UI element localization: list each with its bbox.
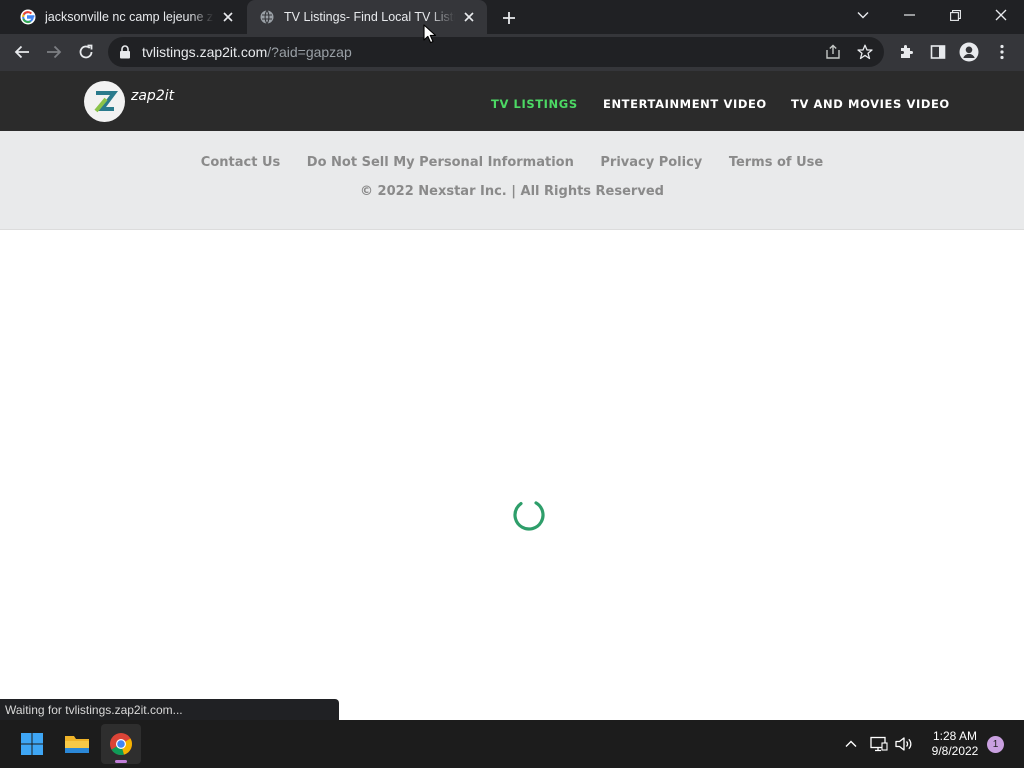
- tab-strip: jacksonville nc camp lejeune zip c TV Li…: [0, 0, 1024, 34]
- windows-logo-icon: [21, 733, 43, 755]
- logo-text[interactable]: zap2it: [131, 88, 174, 104]
- restore-button[interactable]: [932, 0, 978, 30]
- reload-button[interactable]: [72, 38, 100, 66]
- side-panel-icon[interactable]: [927, 41, 949, 63]
- notification-badge[interactable]: 1: [987, 736, 1004, 753]
- url-host: tvlistings.zap2it.com: [142, 44, 268, 60]
- volume-icon[interactable]: [894, 734, 914, 754]
- lock-icon: [120, 45, 130, 59]
- site-header: zap2it TV LISTINGS ENTERTAINMENT VIDEO T…: [0, 71, 1024, 131]
- status-bubble: Waiting for tvlistings.zap2it.com...: [0, 699, 339, 720]
- url-text[interactable]: tvlistings.zap2it.com/?aid=gapzap: [142, 44, 352, 60]
- loading-spinner-icon: [513, 499, 545, 531]
- bookmark-star-icon[interactable]: [855, 42, 875, 62]
- footer-link-contact-us[interactable]: Contact Us: [201, 155, 280, 170]
- zap2it-z-icon: [93, 90, 118, 112]
- clock-time: 1:28 AM: [932, 729, 978, 743]
- footer-link-do-not-sell[interactable]: Do Not Sell My Personal Information: [307, 155, 574, 170]
- windows-taskbar: 1:28 AM 9/8/2022 1: [0, 720, 1024, 768]
- start-button[interactable]: [12, 724, 52, 764]
- zap2it-logo[interactable]: [84, 81, 125, 122]
- footer-link-terms-of-use[interactable]: Terms of Use: [729, 155, 823, 170]
- close-icon: [995, 9, 1007, 21]
- chrome-icon: [110, 733, 132, 756]
- google-g-icon: [20, 9, 36, 25]
- clock-date: 9/8/2022: [931, 744, 979, 758]
- browser-toolbar: tvlistings.zap2it.com/?aid=gapzap: [0, 34, 1024, 71]
- close-window-button[interactable]: [978, 0, 1024, 30]
- forward-button[interactable]: [40, 38, 68, 66]
- show-hidden-icons-chevron-up-icon[interactable]: [841, 734, 861, 754]
- footer-link-privacy-policy[interactable]: Privacy Policy: [600, 155, 702, 170]
- tab-google-search[interactable]: jacksonville nc camp lejeune zip c: [8, 0, 246, 34]
- nav-entertainment-video[interactable]: ENTERTAINMENT VIDEO: [603, 97, 767, 111]
- folder-icon: [65, 736, 89, 753]
- chrome-taskbar-button[interactable]: [101, 724, 141, 764]
- chevron-down-icon: [857, 12, 869, 19]
- minimize-icon: [903, 14, 915, 16]
- url-path: /?aid=gapzap: [267, 44, 352, 60]
- tab-title: jacksonville nc camp lejeune zip c: [45, 10, 214, 24]
- file-explorer-button[interactable]: [57, 724, 97, 764]
- mouse-cursor-icon: [423, 24, 437, 44]
- network-icon[interactable]: [869, 734, 889, 754]
- close-tab-icon[interactable]: [220, 9, 236, 25]
- nav-tv-and-movies-video[interactable]: TV AND MOVIES VIDEO: [791, 97, 950, 111]
- system-clock[interactable]: 1:28 AM 9/8/2022: [920, 729, 990, 759]
- globe-icon: [259, 9, 275, 25]
- share-icon[interactable]: [823, 42, 843, 62]
- close-tab-icon[interactable]: [461, 9, 477, 25]
- tab-search-button[interactable]: [840, 0, 886, 30]
- reload-icon: [79, 44, 93, 59]
- extensions-icon[interactable]: [895, 41, 917, 63]
- plus-icon: [503, 12, 515, 24]
- address-bar[interactable]: tvlistings.zap2it.com/?aid=gapzap: [108, 37, 884, 67]
- minimize-button[interactable]: [886, 0, 932, 30]
- more-menu-icon[interactable]: [991, 41, 1013, 63]
- restore-icon: [949, 9, 961, 21]
- nav-tv-listings[interactable]: TV LISTINGS: [491, 97, 578, 111]
- arrow-right-icon: [47, 45, 62, 59]
- copyright-text: © 2022 Nexstar Inc. | All Rights Reserve…: [360, 184, 664, 199]
- tab-title: TV Listings- Find Local TV Listings: [284, 10, 455, 24]
- new-tab-button[interactable]: [498, 7, 520, 29]
- site-footer: Contact Us Do Not Sell My Personal Infor…: [0, 131, 1024, 230]
- back-button[interactable]: [8, 38, 36, 66]
- arrow-left-icon: [14, 45, 29, 59]
- profile-icon[interactable]: [958, 41, 980, 63]
- tab-tv-listings[interactable]: TV Listings- Find Local TV Listings: [247, 0, 487, 34]
- footer-links: Contact Us Do Not Sell My Personal Infor…: [0, 155, 1024, 170]
